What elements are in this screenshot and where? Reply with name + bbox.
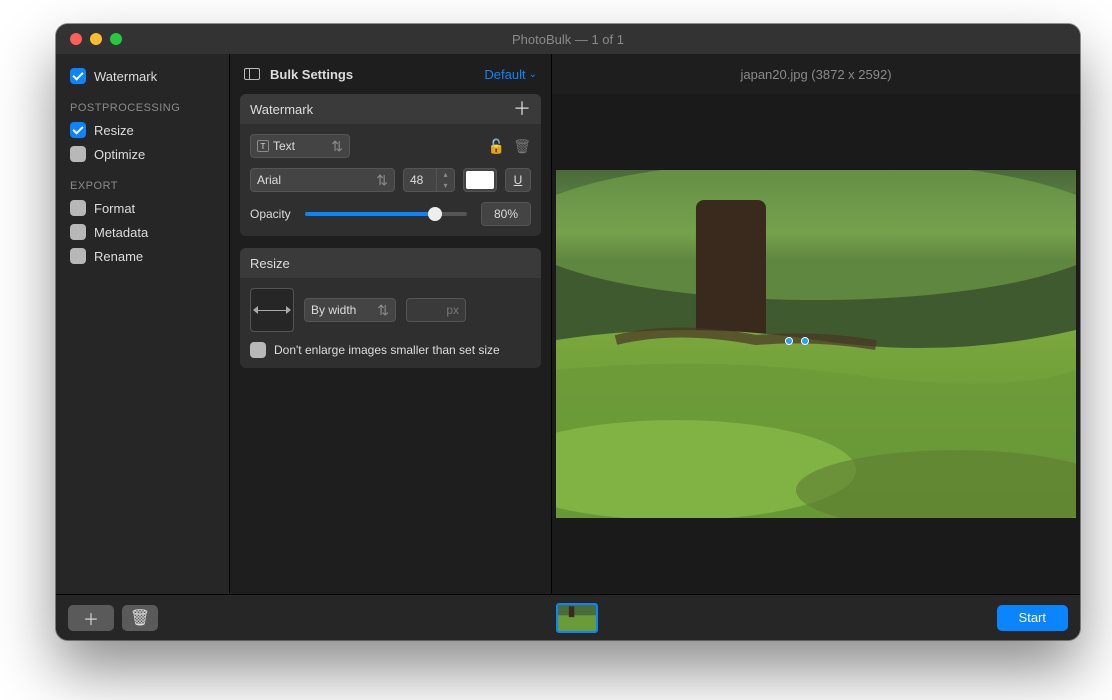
resize-handle[interactable] bbox=[801, 337, 809, 345]
panel-title: Resize bbox=[250, 256, 290, 271]
watermark-text-handles[interactable] bbox=[785, 337, 809, 345]
trash-icon: 🗑 bbox=[130, 608, 150, 628]
panels-icon bbox=[244, 68, 260, 80]
chevron-up-icon: ▴ bbox=[437, 169, 454, 180]
no-enlarge-row[interactable]: Don't enlarge images smaller than set si… bbox=[250, 342, 531, 358]
sidebar-item-optimize[interactable]: Optimize bbox=[68, 142, 217, 166]
checkbox-icon[interactable] bbox=[70, 122, 86, 138]
plus-icon: ＋ bbox=[83, 606, 99, 630]
chevron-down-icon: ⌄ bbox=[529, 69, 537, 80]
resize-mode-select[interactable]: By width ⇅ bbox=[304, 298, 396, 322]
chevron-updown-icon: ⇅ bbox=[376, 173, 388, 187]
settings-title: Bulk Settings bbox=[270, 67, 474, 82]
sidebar-header-export: EXPORT bbox=[70, 180, 217, 192]
opacity-slider[interactable] bbox=[305, 212, 467, 216]
sidebar-item-metadata[interactable]: Metadata bbox=[68, 220, 217, 244]
chevron-updown-icon: ⇅ bbox=[377, 303, 389, 317]
app-window: PhotoBulk — 1 of 1 Watermark POSTPROCESS… bbox=[56, 24, 1080, 640]
resize-width-input[interactable]: px bbox=[406, 298, 466, 322]
preview-image bbox=[556, 170, 1076, 518]
checkbox-icon[interactable] bbox=[70, 224, 86, 240]
sidebar-item-label: Rename bbox=[94, 249, 143, 264]
preset-label: Default bbox=[484, 67, 525, 82]
sidebar-header-postprocessing: POSTPROCESSING bbox=[70, 102, 217, 114]
unlock-icon[interactable]: 🔓 bbox=[488, 138, 505, 155]
close-window-button[interactable] bbox=[70, 33, 82, 45]
add-watermark-button[interactable]: ＋ bbox=[513, 100, 531, 118]
resize-mode-value: By width bbox=[311, 303, 356, 317]
font-size-stepper[interactable]: ▴ ▾ bbox=[437, 168, 455, 192]
settings-header: Bulk Settings Default ⌄ bbox=[230, 54, 551, 94]
underline-toggle[interactable]: U bbox=[505, 168, 531, 192]
watermark-type-select[interactable]: T Text ⇅ bbox=[250, 134, 350, 158]
start-button[interactable]: Start bbox=[997, 605, 1068, 631]
no-enlarge-label: Don't enlarge images smaller than set si… bbox=[274, 343, 500, 357]
resize-dimension-icon bbox=[250, 288, 294, 332]
sidebar-item-label: Resize bbox=[94, 123, 134, 138]
window-title: PhotoBulk — 1 of 1 bbox=[56, 32, 1080, 47]
font-size-input[interactable]: 48 bbox=[403, 168, 437, 192]
add-image-button[interactable]: ＋ bbox=[68, 605, 114, 631]
sidebar-item-label: Format bbox=[94, 201, 135, 216]
sidebar-item-label: Metadata bbox=[94, 225, 148, 240]
fullscreen-window-button[interactable] bbox=[110, 33, 122, 45]
trash-icon[interactable]: 🗑 bbox=[513, 138, 531, 155]
watermark-panel-header: Watermark ＋ bbox=[240, 94, 541, 124]
preview-column: japan20.jpg (3872 x 2592) bbox=[552, 54, 1080, 594]
watermark-panel: Watermark ＋ T Text bbox=[240, 94, 541, 236]
minimize-window-button[interactable] bbox=[90, 33, 102, 45]
text-type-icon: T bbox=[257, 140, 269, 152]
preview-canvas[interactable] bbox=[552, 94, 1080, 594]
sidebar-item-rename[interactable]: Rename bbox=[68, 244, 217, 268]
watermark-type-value: Text bbox=[273, 139, 295, 153]
checkbox-icon[interactable] bbox=[250, 342, 266, 358]
checkbox-icon[interactable] bbox=[70, 146, 86, 162]
font-select[interactable]: Arial ⇅ bbox=[250, 168, 395, 192]
checkbox-icon[interactable] bbox=[70, 200, 86, 216]
chevron-updown-icon: ⇅ bbox=[331, 139, 343, 153]
opacity-label: Opacity bbox=[250, 207, 291, 221]
bottom-bar: ＋ 🗑 Start bbox=[56, 594, 1080, 640]
opacity-value[interactable]: 80% bbox=[481, 202, 531, 226]
resize-panel: Resize By width ⇅ bbox=[240, 248, 541, 368]
sidebar-item-label: Watermark bbox=[94, 69, 157, 84]
chevron-down-icon: ▾ bbox=[437, 180, 454, 191]
sidebar-item-format[interactable]: Format bbox=[68, 196, 217, 220]
preview-filename: japan20.jpg (3872 x 2592) bbox=[552, 54, 1080, 94]
font-value: Arial bbox=[257, 173, 281, 187]
px-suffix: px bbox=[446, 303, 459, 317]
titlebar: PhotoBulk — 1 of 1 bbox=[56, 24, 1080, 54]
checkbox-icon[interactable] bbox=[70, 68, 86, 84]
delete-image-button[interactable]: 🗑 bbox=[122, 605, 158, 631]
checkbox-icon[interactable] bbox=[70, 248, 86, 264]
sidebar-item-resize[interactable]: Resize bbox=[68, 118, 217, 142]
panel-title: Watermark bbox=[250, 102, 313, 117]
preset-dropdown[interactable]: Default ⌄ bbox=[484, 67, 537, 82]
settings-column: Bulk Settings Default ⌄ Watermark ＋ bbox=[230, 54, 552, 594]
sidebar-item-watermark[interactable]: Watermark bbox=[68, 64, 217, 88]
color-swatch[interactable] bbox=[463, 168, 497, 192]
sidebar-item-label: Optimize bbox=[94, 147, 145, 162]
image-thumbnail[interactable] bbox=[556, 603, 598, 633]
resize-handle[interactable] bbox=[785, 337, 793, 345]
resize-panel-header: Resize bbox=[240, 248, 541, 278]
sidebar: Watermark POSTPROCESSING Resize Optimize… bbox=[56, 54, 230, 594]
